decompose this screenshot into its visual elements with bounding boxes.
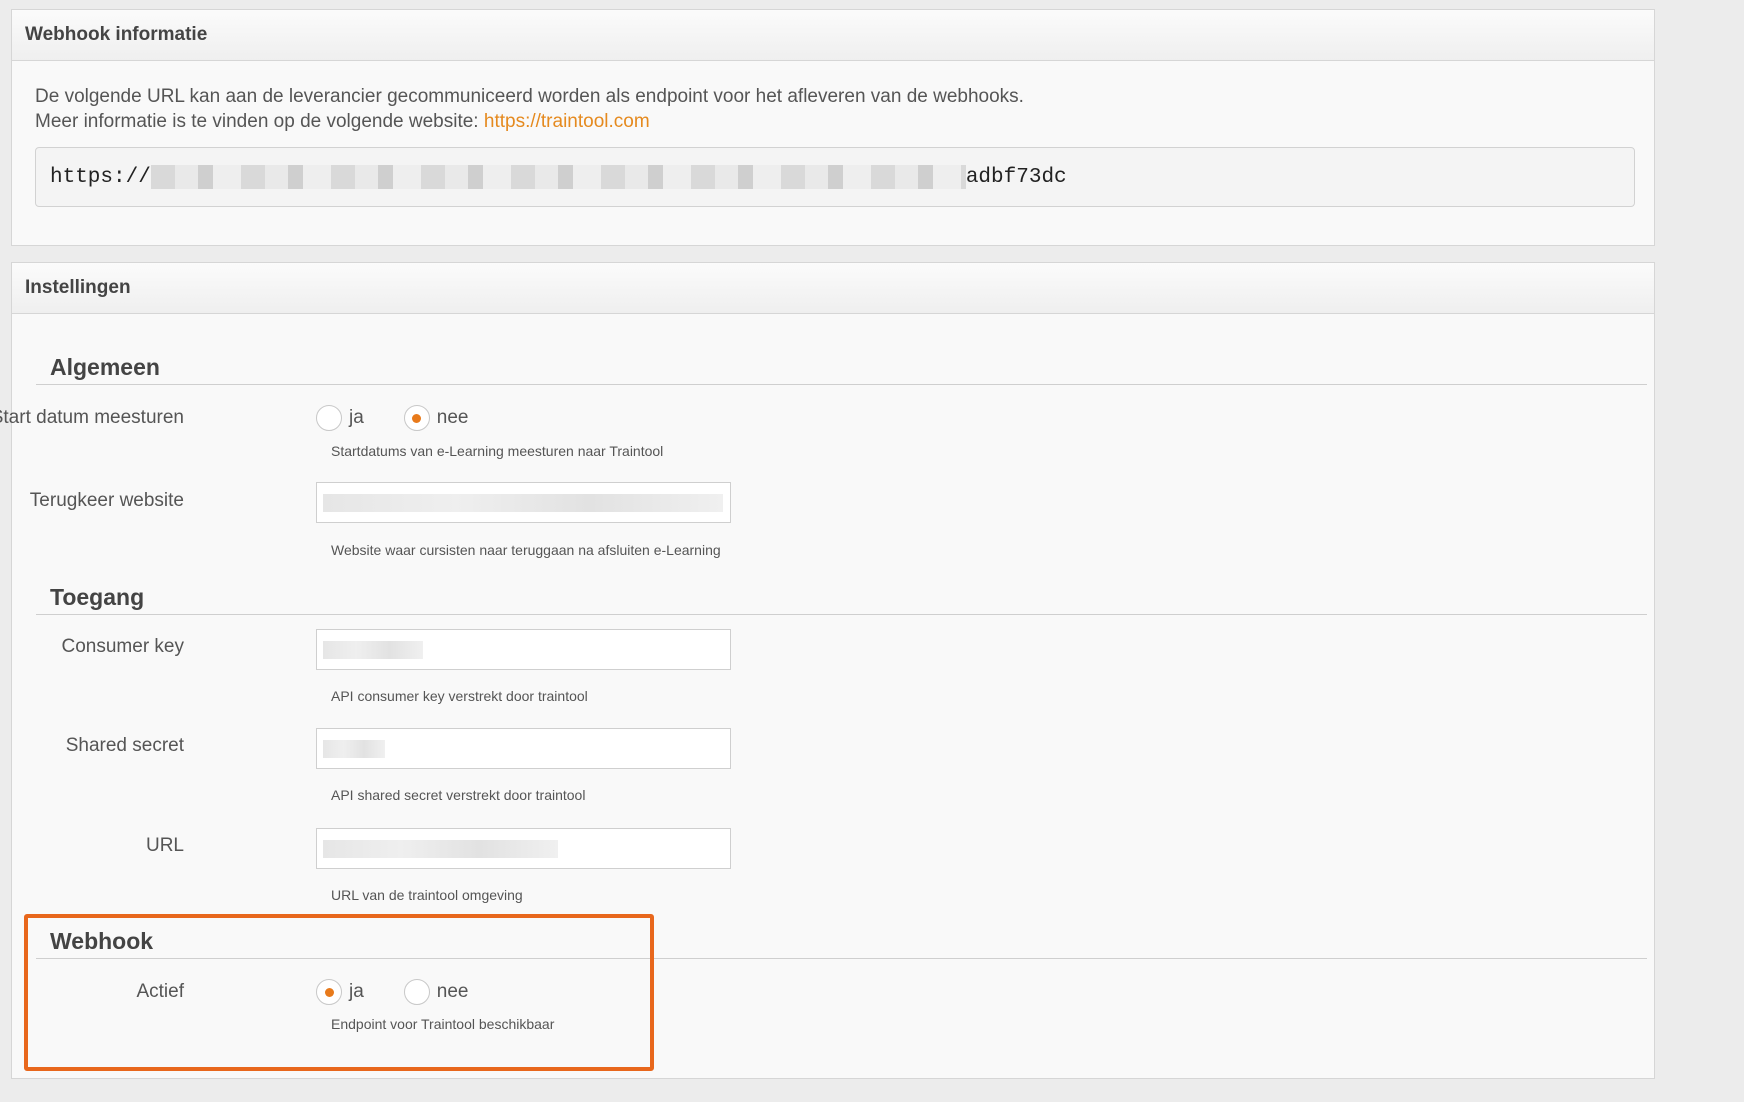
start-datum-help: Startdatums van e-Learning meesturen naa… bbox=[331, 443, 664, 459]
shared-secret-redacted bbox=[323, 739, 385, 758]
actief-ja-label: ja bbox=[349, 981, 364, 1002]
actief-help: Endpoint voor Traintool beschikbaar bbox=[331, 1016, 555, 1032]
actief-option-ja[interactable]: ja bbox=[316, 979, 364, 1005]
settings-panel: Instellingen Algemeen Start datum meestu… bbox=[0, 262, 1655, 1079]
start-datum-option-ja[interactable]: ja bbox=[316, 405, 364, 431]
actief-nee-label: nee bbox=[436, 981, 469, 1002]
intro-line-2: Meer informatie is te vinden op de volge… bbox=[35, 109, 1024, 134]
terugkeer-help: Website waar cursisten naar teruggaan na… bbox=[331, 542, 721, 558]
start-datum-radio-ja[interactable] bbox=[316, 405, 342, 431]
section-toegang: Toegang bbox=[36, 579, 1647, 615]
actief-label: Actief bbox=[136, 981, 184, 1002]
actief-radio-group: ja nee bbox=[316, 979, 509, 1005]
terugkeer-redacted bbox=[323, 493, 723, 512]
consumer-key-input[interactable] bbox=[316, 629, 731, 670]
url-end: adbf73dc bbox=[965, 165, 1067, 189]
webhook-info-title: Webhook informatie bbox=[25, 24, 208, 45]
webhook-endpoint-url[interactable]: https:// adbf73dc bbox=[35, 147, 1635, 207]
consumer-key-redacted bbox=[323, 640, 423, 659]
start-datum-ja-label: ja bbox=[349, 407, 364, 428]
url-input[interactable] bbox=[316, 828, 731, 869]
webhook-info-header: Webhook informatie bbox=[12, 10, 1654, 61]
url-label: URL bbox=[145, 835, 184, 856]
consumer-key-label: Consumer key bbox=[61, 636, 185, 657]
url-start: https:// bbox=[50, 165, 151, 189]
url-redacted-value bbox=[323, 839, 558, 858]
url-help: URL van de traintool omgeving bbox=[331, 887, 523, 903]
terugkeer-input[interactable] bbox=[316, 482, 731, 523]
webhook-info-intro: De volgende URL kan aan de leverancier g… bbox=[35, 84, 1024, 134]
traintool-link[interactable]: https://traintool.com bbox=[484, 111, 650, 132]
webhook-info-panel: Webhook informatie De volgende URL kan a… bbox=[11, 9, 1655, 246]
settings-header: Instellingen bbox=[12, 263, 1654, 314]
terugkeer-label: Terugkeer website bbox=[29, 490, 184, 511]
intro-line-2-prefix: Meer informatie is te vinden op de volge… bbox=[35, 111, 484, 132]
intro-line-1: De volgende URL kan aan de leverancier g… bbox=[35, 86, 1024, 107]
section-algemeen: Algemeen bbox=[36, 349, 1647, 385]
url-redacted bbox=[150, 165, 966, 189]
shared-secret-label: Shared secret bbox=[65, 735, 184, 756]
start-datum-nee-label: nee bbox=[436, 407, 469, 428]
consumer-key-help: API consumer key verstrekt door traintoo… bbox=[331, 688, 588, 704]
start-datum-radio-group: ja nee bbox=[316, 405, 509, 431]
shared-secret-help: API shared secret verstrekt door trainto… bbox=[331, 787, 586, 803]
section-webhook: Webhook bbox=[36, 923, 1647, 959]
start-datum-radio-nee[interactable] bbox=[403, 405, 430, 431]
actief-radio-nee[interactable] bbox=[403, 979, 430, 1005]
shared-secret-input[interactable] bbox=[316, 728, 731, 769]
start-datum-option-nee[interactable]: nee bbox=[403, 405, 469, 431]
actief-option-nee[interactable]: nee bbox=[403, 979, 469, 1005]
start-datum-label: Start datum meesturen bbox=[0, 407, 184, 428]
actief-radio-ja[interactable] bbox=[316, 979, 342, 1005]
settings-title: Instellingen bbox=[25, 277, 131, 298]
